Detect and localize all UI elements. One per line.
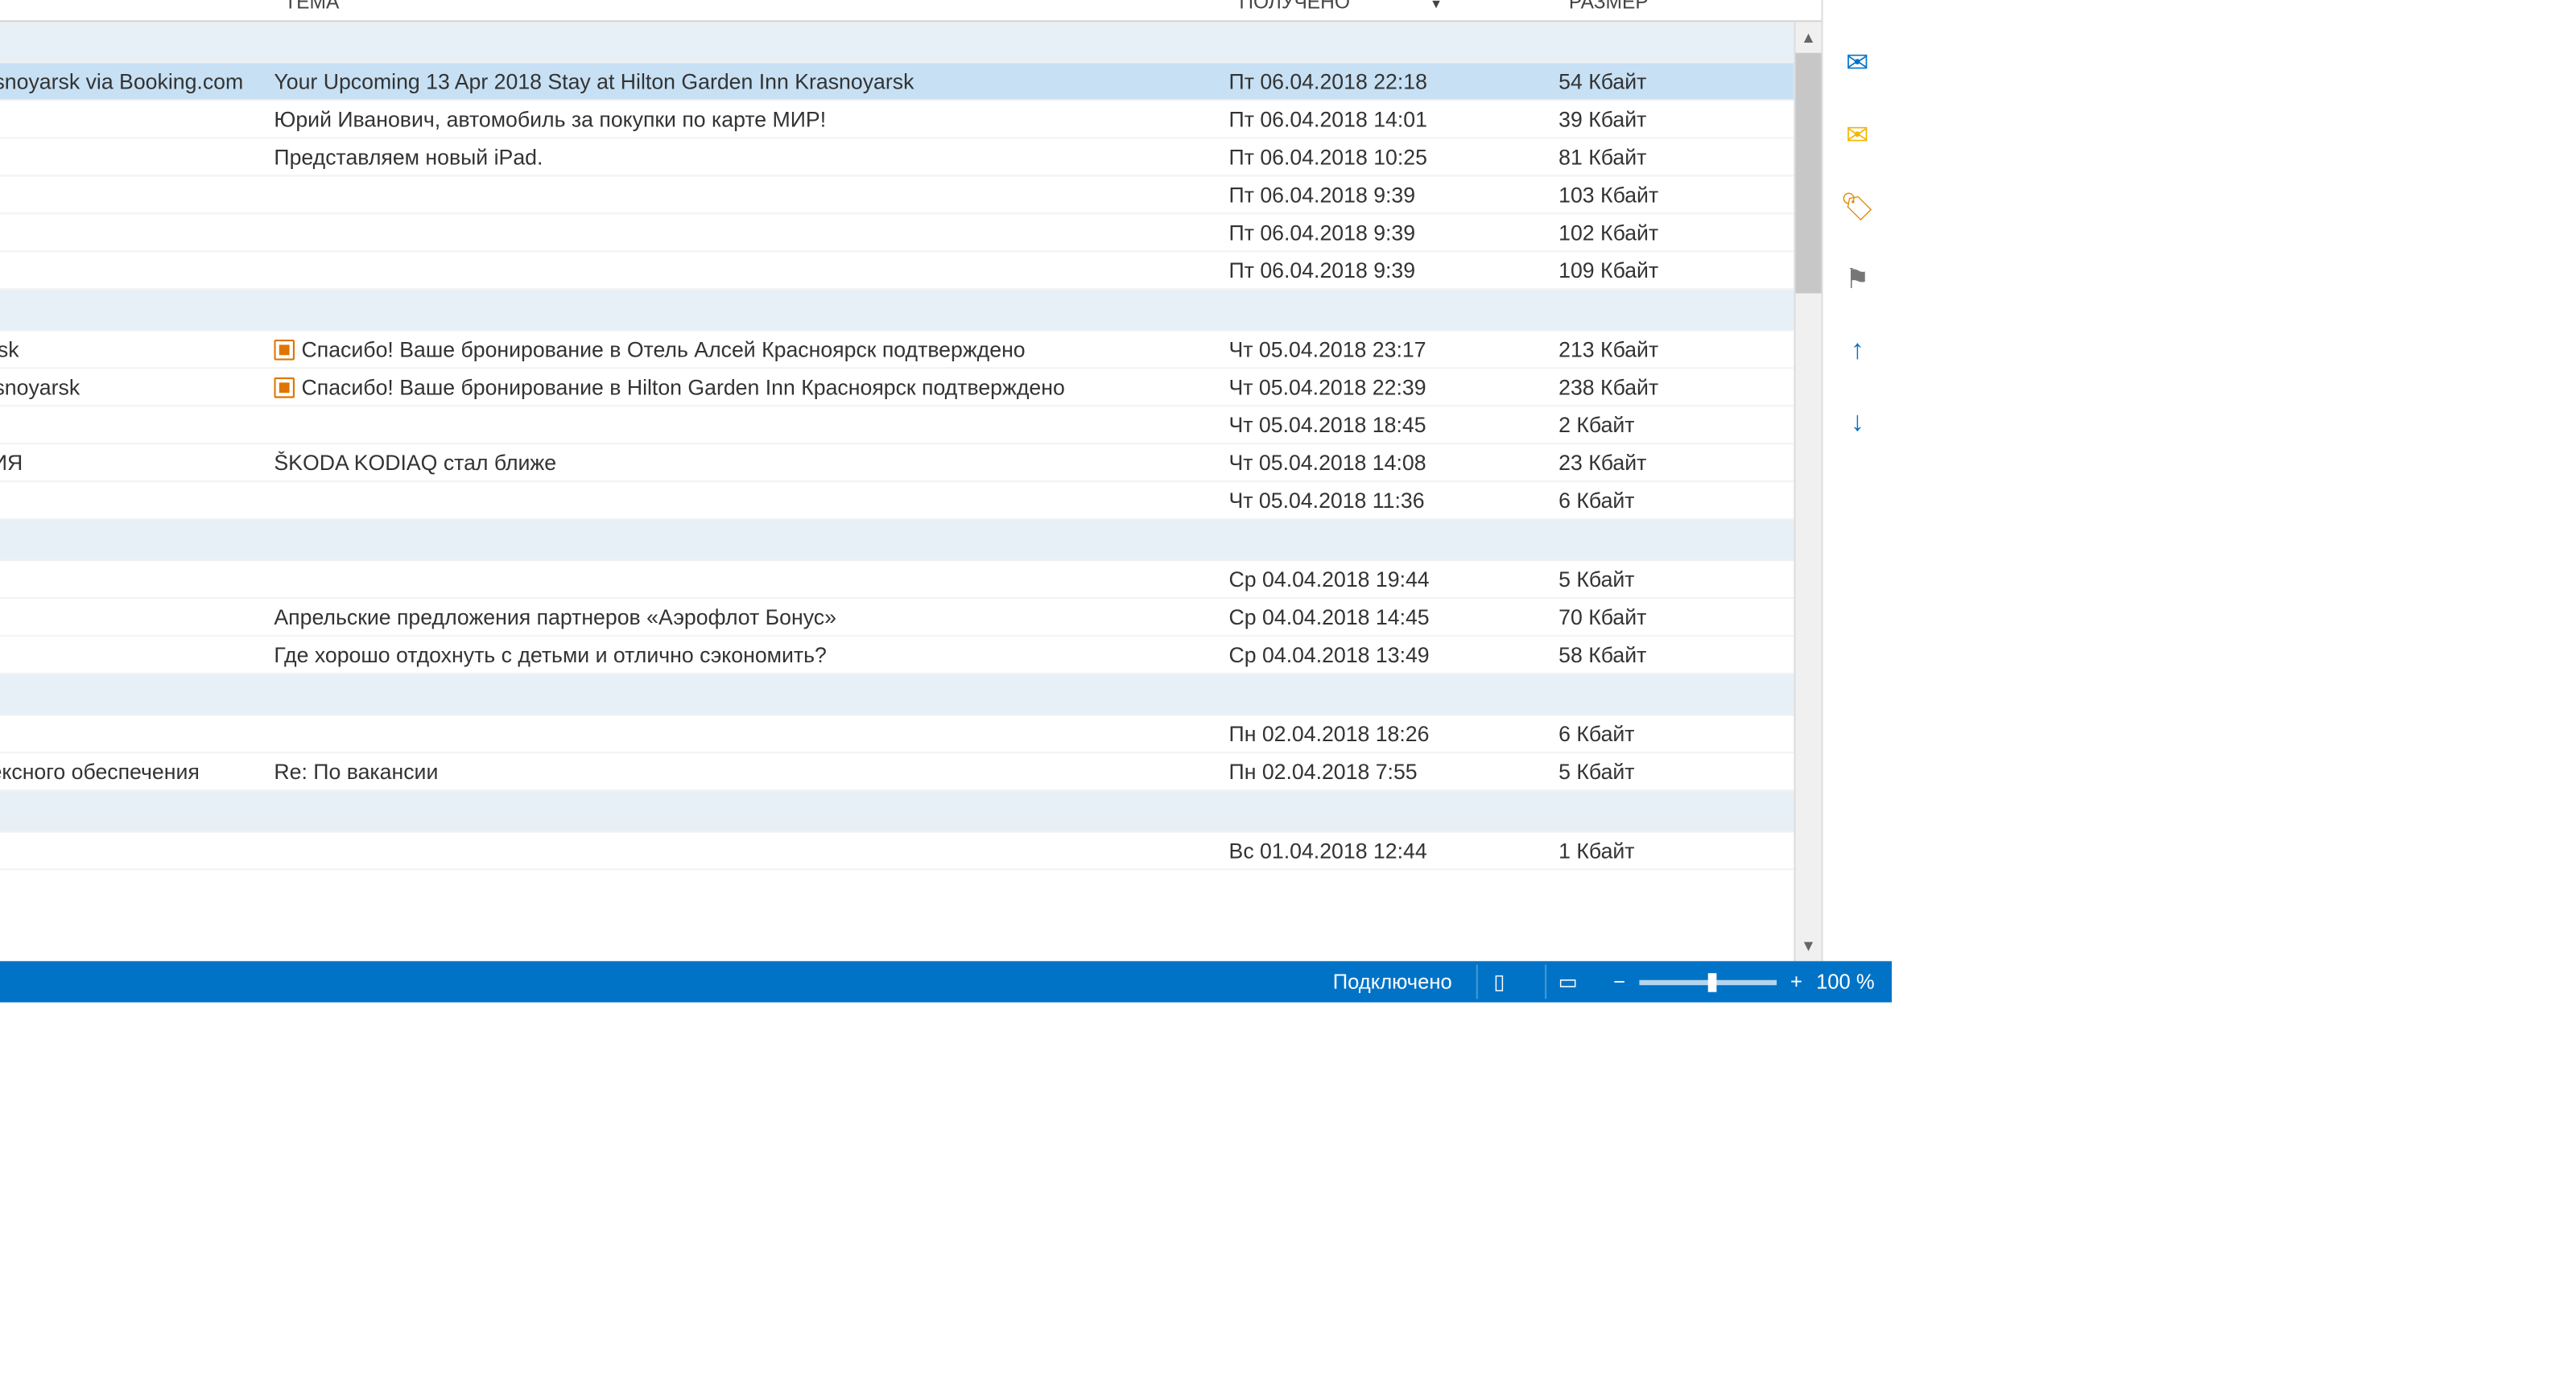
- group-header[interactable]: ◢ Дата: Вчера: [0, 22, 1794, 63]
- zoom-in-icon[interactable]: +: [1790, 970, 1802, 994]
- col-received[interactable]: ПОЛУЧЕНО ▾: [1232, 0, 1563, 14]
- mail-row[interactable]: Aeroflot BonusАпрельские предложения пар…: [0, 599, 1794, 637]
- mail-row[interactable]: 📎Юрий ПалюхПт 06.04.2018 9:39109 Кбайт: [0, 252, 1794, 290]
- delete-action-icon[interactable]: ✖: [1840, 0, 1875, 8]
- status-bar: Элементы: 3 157 Непрочитанные: 1 Подключ…: [0, 961, 1892, 1002]
- group-header[interactable]: ◢ Дата: Понедельник: [0, 674, 1794, 715]
- mail-row[interactable]: СБЕРБАНК РОССИИЮрий Иванович, автомобиль…: [0, 101, 1794, 139]
- mail-row[interactable]: Hilton Garden Inn KrasnoyarskСпасибо! Ва…: [0, 369, 1794, 406]
- mail-row[interactable]: 📎Юрий ПалюхПт 06.04.2018 9:39103 Кбайт: [0, 176, 1794, 214]
- scroll-up-icon[interactable]: ▲: [1796, 22, 1822, 52]
- view-normal-icon[interactable]: ▯: [1476, 965, 1521, 1000]
- action-strip: ✖ ✉ ✉ 🏷 ⚑ ↑ ↓: [1823, 0, 1892, 961]
- mail-row[interactable]: КОГКУ Центр Комплексного обеспеченияRe: …: [0, 753, 1794, 791]
- group-header[interactable]: ◢ Дата: На прошлой неделе: [0, 791, 1794, 832]
- mail-row[interactable]: Юрий ПалюхСр 04.04.2018 19:445 Кбайт: [0, 561, 1794, 599]
- col-from[interactable]: ОТ: [0, 0, 278, 14]
- mail-row[interactable]: ŠKODA AUTO РОССИЯŠKODA KODIAQ стал ближе…: [0, 444, 1794, 482]
- message-list: Все Непрочитанные 🔍 из текущего почтовог…: [0, 0, 1823, 961]
- scroll-down-icon[interactable]: ▼: [1796, 930, 1822, 961]
- mail-row[interactable]: Юрий ПалюхЧт 05.04.2018 11:366 Кбайт: [0, 482, 1794, 520]
- col-subject[interactable]: ТЕМА: [278, 0, 1232, 14]
- zoom-slider[interactable]: [1639, 979, 1777, 984]
- view-reading-icon[interactable]: ▭: [1545, 965, 1589, 1000]
- mark-read-action-icon[interactable]: ✉: [1840, 46, 1875, 80]
- status-connection: Подключено: [1333, 970, 1452, 994]
- col-size[interactable]: РАЗМЕР: [1562, 0, 1821, 14]
- scrollbar[interactable]: ▲ ▼: [1794, 22, 1821, 961]
- mail-row[interactable]: Hotel Alsey KrasnoyarskСпасибо! Ваше бро…: [0, 331, 1794, 369]
- mail-row[interactable]: Юрий ПалюхПн 02.04.2018 18:266 Кбайт: [0, 715, 1794, 753]
- mail-row[interactable]: Юрий ПалюхЧт 05.04.2018 18:452 Кбайт: [0, 406, 1794, 444]
- mail-row[interactable]: БумбэйтГде хорошо отдохнуть с детьми и о…: [0, 637, 1794, 674]
- move-up-action-icon[interactable]: ↑: [1840, 335, 1875, 369]
- move-down-action-icon[interactable]: ↓: [1840, 406, 1875, 441]
- scroll-thumb[interactable]: [1796, 53, 1822, 294]
- group-header[interactable]: ◢ Дата: Четверг: [0, 290, 1794, 331]
- group-header[interactable]: ◢ Дата: Среда: [0, 520, 1794, 561]
- mail-row[interactable]: 📎Hilton Garden Inn Krasnoyarsk via Booki…: [0, 64, 1794, 101]
- column-headers[interactable]: ! 🗋 📎 ОТ ТЕМА ПОЛУЧЕНО ▾ РАЗМЕР: [0, 0, 1822, 22]
- mail-row[interactable]: AppleПредставляем новый iPad.Пт 06.04.20…: [0, 138, 1794, 176]
- archive-action-icon[interactable]: 🏷: [1840, 190, 1875, 225]
- zoom-level: 100 %: [1816, 970, 1875, 994]
- mail-row[interactable]: 📎Юрий ПалюхПт 06.04.2018 9:39102 Кбайт: [0, 214, 1794, 252]
- flag-action-icon[interactable]: ⚑: [1840, 262, 1875, 297]
- mail-row[interactable]: Юрий ПалюхВс 01.04.2018 12:441 Кбайт: [0, 832, 1794, 870]
- mark-unread-action-icon[interactable]: ✉: [1840, 118, 1875, 153]
- zoom-out-icon[interactable]: −: [1613, 970, 1625, 994]
